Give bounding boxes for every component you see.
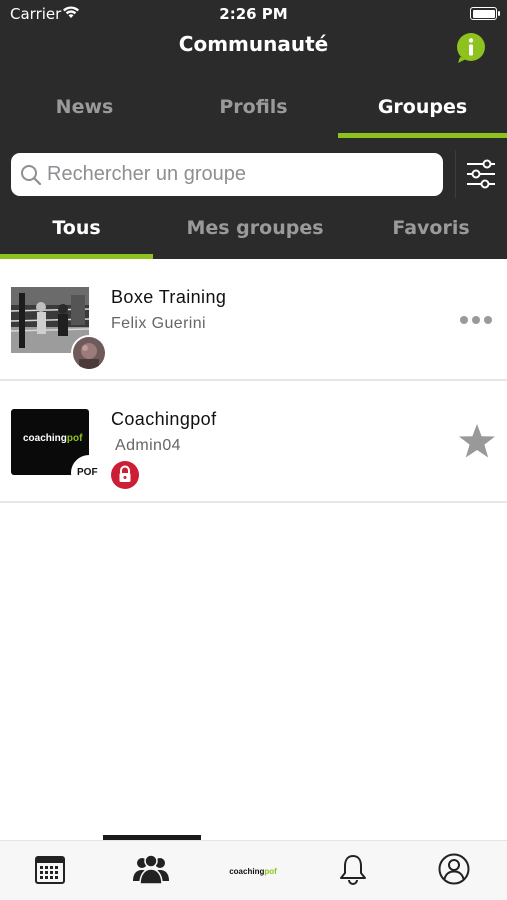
star-icon[interactable] [458, 423, 496, 459]
group-row-coachingpof[interactable]: coachingpof POF Coachingpof Admin04 [0, 381, 507, 503]
tab-news[interactable]: News [0, 80, 169, 138]
subtab-favoris[interactable]: Favoris [355, 206, 507, 256]
page-title: Communauté [178, 32, 329, 56]
coachingpof-logo: coaching pof [229, 866, 277, 876]
community-icon [133, 854, 169, 885]
tab-bar: coaching pof [0, 840, 507, 900]
status-bar: Carrier 2:26 PM [0, 0, 507, 28]
group-owner: Felix Guerini [111, 315, 207, 332]
search-box [11, 153, 443, 196]
subtab-tous[interactable]: Tous [0, 206, 153, 256]
search-input[interactable] [47, 157, 437, 192]
more-icon[interactable] [458, 313, 494, 327]
tab-profile[interactable] [404, 841, 505, 900]
tab-home[interactable]: coaching pof [202, 841, 303, 900]
info-icon[interactable] [455, 32, 487, 64]
group-name: Coachingpof [111, 409, 217, 429]
profile-icon [438, 853, 470, 885]
lock-icon [111, 461, 139, 489]
group-owner: Admin04 [115, 437, 181, 454]
tab-groupes[interactable]: Groupes [338, 80, 507, 138]
clock: 2:26 PM [219, 5, 288, 23]
owner-avatar [71, 335, 107, 371]
group-logo: coachingpof [23, 433, 83, 444]
top-tabs: News Profils Groupes [0, 80, 507, 138]
top-tab-indicator [338, 133, 507, 138]
bell-icon [340, 855, 366, 885]
sub-tabs: Tous Mes groupes Favoris [0, 206, 507, 259]
search-icon [21, 165, 42, 186]
tab-community[interactable] [101, 841, 202, 900]
subtab-mes-groupes[interactable]: Mes groupes [160, 206, 350, 256]
battery-icon [470, 7, 500, 20]
group-row-boxe-training[interactable]: Boxe Training Felix Guerini [0, 259, 507, 381]
tab-profils[interactable]: Profils [169, 80, 338, 138]
sliders-icon [467, 159, 495, 189]
filter-button[interactable] [455, 150, 507, 198]
tab-notifications[interactable] [303, 841, 404, 900]
calendar-icon [35, 856, 65, 884]
tab-calendar[interactable] [0, 841, 101, 900]
group-name: Boxe Training [111, 287, 227, 307]
owner-avatar: POF [71, 455, 107, 491]
